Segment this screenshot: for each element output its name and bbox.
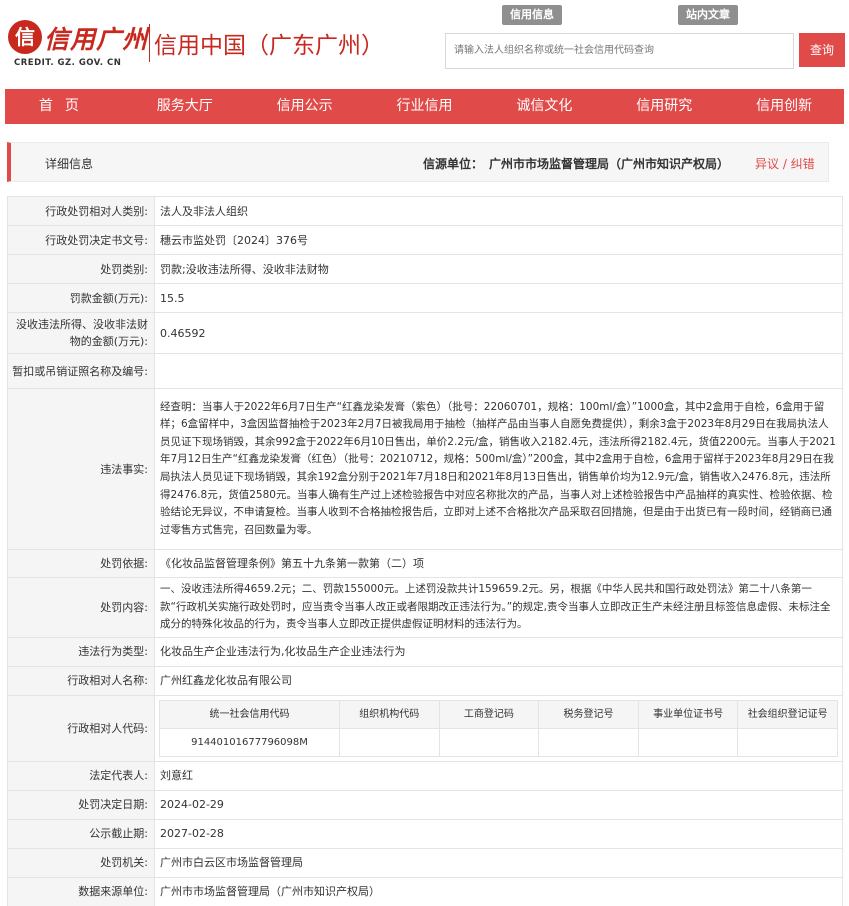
row-value: 广州市白云区市场监督管理局	[154, 847, 843, 878]
row-label: 行政相对人代码:	[7, 694, 155, 762]
codes-header: 事业单位证书号	[637, 699, 739, 729]
row-value: 《化妆品监督管理条例》第五十九条第一款第（二）项	[154, 549, 843, 578]
codes-header: 社会组织登记证号	[737, 699, 838, 729]
site-header: 信 信用广州 CREDIT. GZ. GOV. CN 信用中国（广东广州） 信用…	[0, 0, 849, 88]
codes-cell: 统一社会信用代码 组织机构代码 工商登记码 税务登记号 事业单位证书号 社会组织…	[154, 694, 843, 762]
table-row: 处罚类别: 罚款;没收违法所得、没收非法财物	[7, 254, 843, 284]
row-value: 广州市市场监督管理局（广州市知识产权局）	[154, 876, 843, 906]
row-label: 行政相对人名称:	[7, 665, 155, 696]
search-button[interactable]: 查询	[799, 33, 845, 67]
row-value: 罚款;没收违法所得、没收非法财物	[154, 254, 843, 284]
penalty-content: 一、没收违法所得4659.2元；二、罚款155000元。上述罚没款共计15965…	[154, 577, 843, 638]
table-row: 暂扣或吊销证照名称及编号:	[7, 353, 843, 389]
nav-industry-credit[interactable]: 行业信用	[365, 89, 485, 124]
nav-service-hall[interactable]: 服务大厅	[125, 89, 245, 124]
objection-link[interactable]: 异议 / 纠错	[755, 155, 815, 172]
row-value: 法人及非法人组织	[154, 196, 843, 226]
codes-header: 工商登记码	[438, 699, 540, 729]
codes-value	[438, 727, 540, 757]
table-row: 处罚决定日期: 2024-02-29	[7, 789, 843, 820]
logo-text: 信用广州	[44, 25, 149, 54]
row-label: 罚款金额(万元):	[7, 283, 155, 313]
detail-header: 详细信息 信源单位： 广州市市场监督管理局（广州市知识产权局） 异议 / 纠错	[7, 142, 829, 182]
table-row: 行政处罚相对人类别: 法人及非法人组织	[7, 196, 843, 226]
tab-site-articles[interactable]: 站内文章	[678, 5, 738, 25]
row-value: 15.5	[154, 283, 843, 313]
detail-table: 行政处罚相对人类别: 法人及非法人组织 行政处罚决定书文号: 穗云市监处罚〔20…	[7, 196, 843, 906]
codes-header: 税务登记号	[538, 699, 639, 729]
logo-domain: CREDIT. GZ. GOV. CN	[14, 58, 122, 68]
codes-value	[737, 727, 838, 757]
nav-credit-publicity[interactable]: 信用公示	[245, 89, 365, 124]
row-label: 违法行为类型:	[7, 636, 155, 667]
row-label: 行政处罚相对人类别:	[7, 196, 155, 226]
source-unit: 广州市市场监督管理局（广州市知识产权局）	[489, 157, 730, 171]
site-title: 信用中国（广东广州）	[154, 33, 384, 59]
codes-value	[637, 727, 739, 757]
table-row: 违法事实: 经查明：当事人于2022年6月7日生产“红鑫龙染发膏（紫色）（批号：…	[7, 388, 843, 550]
table-row: 数据来源单位: 广州市市场监督管理局（广州市知识产权局）	[7, 876, 843, 906]
table-row: 没收违法所得、没收非法财物的金额(万元): 0.46592	[7, 312, 843, 354]
row-label: 处罚内容:	[7, 577, 155, 638]
row-label: 处罚决定日期:	[7, 789, 155, 820]
codes-header: 统一社会信用代码	[159, 699, 340, 729]
codes-header-row: 统一社会信用代码 组织机构代码 工商登记码 税务登记号 事业单位证书号 社会组织…	[159, 699, 838, 729]
site-logo[interactable]: 信 信用广州 CREDIT. GZ. GOV. CN	[8, 20, 148, 70]
table-row: 行政相对人代码: 统一社会信用代码 组织机构代码 工商登记码 税务登记号 事业单…	[7, 694, 843, 762]
row-label: 数据来源单位:	[7, 876, 155, 906]
violation-facts: 经查明：当事人于2022年6月7日生产“红鑫龙染发膏（紫色）（批号：220607…	[154, 388, 843, 550]
nav-home[interactable]: 首页	[5, 89, 125, 124]
table-row: 行政处罚决定书文号: 穗云市监处罚〔2024〕376号	[7, 225, 843, 255]
row-label: 没收违法所得、没收非法财物的金额(万元):	[7, 312, 155, 354]
row-label: 公示截止期:	[7, 818, 155, 849]
row-label: 暂扣或吊销证照名称及编号:	[7, 353, 155, 389]
codes-table: 统一社会信用代码 组织机构代码 工商登记码 税务登记号 事业单位证书号 社会组织…	[159, 699, 838, 757]
detail-title: 详细信息	[45, 157, 94, 171]
row-value: 刘意红	[154, 760, 843, 791]
nav-credit-research[interactable]: 信用研究	[604, 89, 724, 124]
search-input[interactable]: 请输入法人组织名称或统一社会信用代码查询	[445, 33, 794, 69]
table-row: 处罚依据: 《化妆品监督管理条例》第五十九条第一款第（二）项	[7, 549, 843, 578]
row-label: 处罚依据:	[7, 549, 155, 578]
nav-credit-innovation[interactable]: 信用创新	[724, 89, 844, 124]
codes-value	[339, 727, 440, 757]
row-label: 行政处罚决定书文号:	[7, 225, 155, 255]
codes-value	[538, 727, 639, 757]
codes-value: 91440101677796098M	[159, 727, 340, 757]
logo-seal-icon: 信	[8, 20, 42, 54]
row-value: 2024-02-29	[154, 789, 843, 820]
row-label: 法定代表人:	[7, 760, 155, 791]
row-value: 广州红鑫龙化妆品有限公司	[154, 665, 843, 696]
tab-credit-info[interactable]: 信用信息	[502, 5, 562, 25]
row-value: 0.46592	[154, 312, 843, 354]
table-row: 处罚内容: 一、没收违法所得4659.2元；二、罚款155000元。上述罚没款共…	[7, 577, 843, 638]
row-label: 违法事实:	[7, 388, 155, 550]
table-row: 法定代表人: 刘意红	[7, 760, 843, 791]
nav-integrity-culture[interactable]: 诚信文化	[484, 89, 604, 124]
table-row: 行政相对人名称: 广州红鑫龙化妆品有限公司	[7, 665, 843, 696]
row-label: 处罚机关:	[7, 847, 155, 878]
table-row: 违法行为类型: 化妆品生产企业违法行为,化妆品生产企业违法行为	[7, 636, 843, 667]
table-row: 处罚机关: 广州市白云区市场监督管理局	[7, 847, 843, 878]
codes-value-row: 91440101677796098M	[159, 727, 838, 757]
row-label: 处罚类别:	[7, 254, 155, 284]
table-row: 罚款金额(万元): 15.5	[7, 283, 843, 313]
source-label: 信源单位：	[423, 157, 484, 171]
table-row: 公示截止期: 2027-02-28	[7, 818, 843, 849]
row-value	[154, 353, 843, 389]
row-value: 化妆品生产企业违法行为,化妆品生产企业违法行为	[154, 636, 843, 667]
row-value: 2027-02-28	[154, 818, 843, 849]
codes-header: 组织机构代码	[339, 699, 440, 729]
row-value: 穗云市监处罚〔2024〕376号	[154, 225, 843, 255]
main-nav: 首页 服务大厅 信用公示 行业信用 诚信文化 信用研究 信用创新	[5, 89, 844, 124]
logo-divider	[149, 24, 150, 62]
